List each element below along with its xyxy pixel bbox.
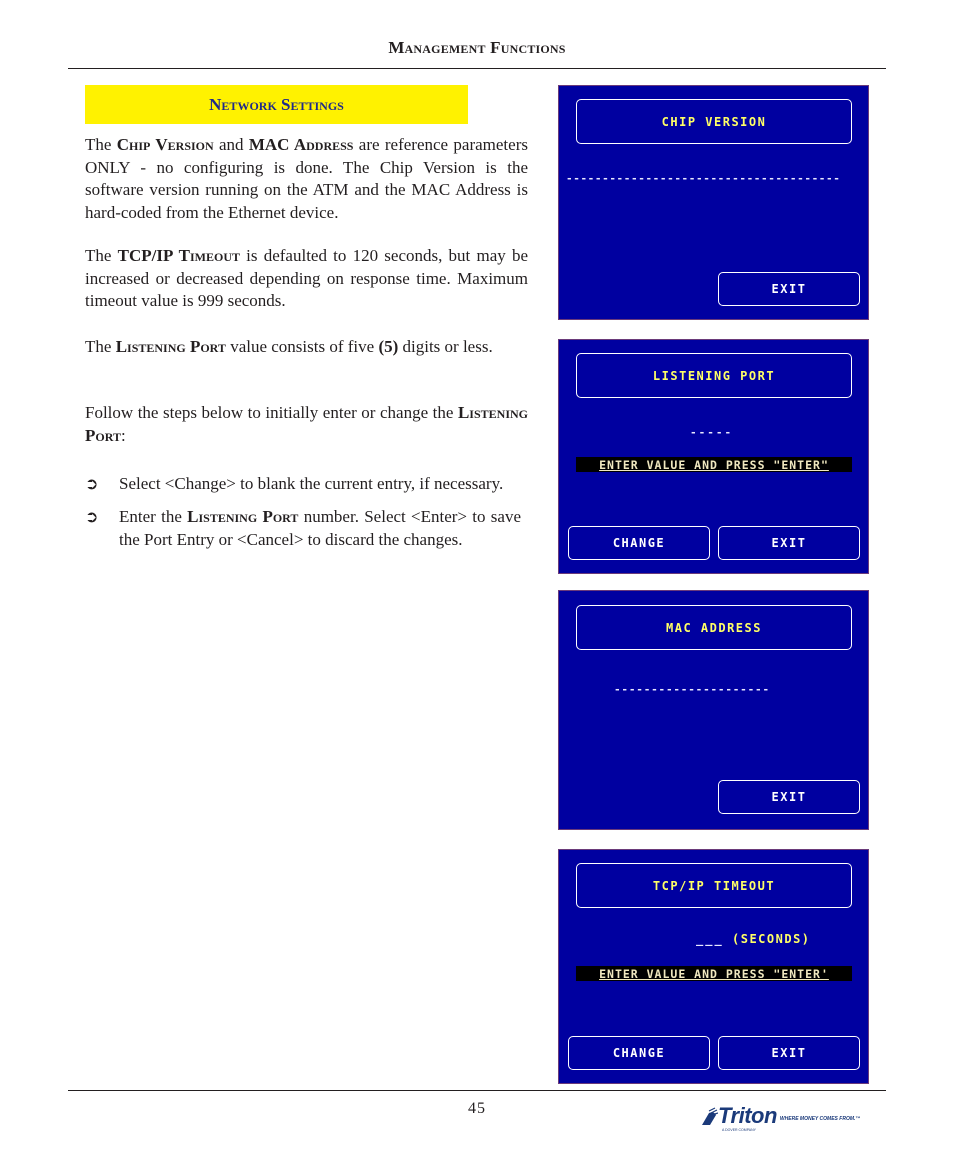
- enter-value-prompt: ENTER VALUE AND PRESS "ENTER': [576, 966, 852, 981]
- screen-title-box: LISTENING PORT: [576, 353, 852, 398]
- exit-button[interactable]: EXIT: [718, 1036, 860, 1070]
- running-header: Management Functions: [388, 38, 566, 57]
- exit-button-label: EXIT: [771, 536, 807, 550]
- steps-list: ➲ Select <Change> to blank the current e…: [85, 472, 521, 561]
- step-item: ➲ Enter the Listening Port number. Selec…: [85, 505, 521, 551]
- exit-button[interactable]: EXIT: [718, 780, 860, 814]
- section-title: Network Settings: [209, 94, 344, 114]
- text: and: [213, 135, 249, 154]
- paragraph-reference-params: The Chip Version and MAC Address are ref…: [85, 134, 528, 224]
- change-button-label: CHANGE: [612, 536, 666, 550]
- screen-title-box: TCP/IP TIMEOUT: [576, 863, 852, 908]
- logo-tagline: WHERE MONEY COMES FROM.™: [779, 1116, 861, 1122]
- term-listening-port: Listening Port: [187, 507, 299, 526]
- arrow-bullet-icon: ➲: [85, 507, 99, 526]
- screen-title: CHIP VERSION: [661, 114, 767, 129]
- change-button[interactable]: CHANGE: [568, 526, 710, 560]
- atm-screen-listening-port: LISTENING PORT ----- ENTER VALUE AND PRE…: [558, 339, 869, 574]
- text: digits or less.: [398, 337, 493, 356]
- text: :: [120, 425, 126, 445]
- listening-port-input[interactable]: -----: [690, 426, 733, 439]
- term-listening-port: Listening Port: [115, 337, 226, 356]
- arrow-bullet-icon: ➲: [85, 474, 99, 493]
- screen-title: MAC ADDRESS: [666, 620, 762, 635]
- triton-shell-icon: [700, 1107, 719, 1127]
- text: The: [85, 135, 117, 154]
- step-text: Select <Change> to blank the current ent…: [119, 474, 504, 493]
- term-tcpip: TCP/IP: [117, 246, 179, 265]
- paragraph-listening-port: The Listening Port value consists of fiv…: [85, 336, 528, 359]
- step-item: ➲ Select <Change> to blank the current e…: [85, 472, 521, 495]
- exit-button-label: EXIT: [771, 1046, 807, 1060]
- section-banner: Network Settings: [85, 85, 468, 124]
- exit-button[interactable]: EXIT: [718, 272, 860, 306]
- logo-brand: Triton: [718, 1103, 777, 1128]
- atm-screen-tcpip-timeout: TCP/IP TIMEOUT ___ (SECONDS) ENTER VALUE…: [558, 849, 869, 1084]
- screen-title-box: CHIP VERSION: [576, 99, 852, 144]
- screen-title-box: MAC ADDRESS: [576, 605, 852, 650]
- change-button-label: CHANGE: [612, 1046, 666, 1060]
- screen-title: TCP/IP TIMEOUT: [652, 878, 776, 893]
- seconds-label: (SECONDS): [732, 932, 811, 946]
- digit-count: (5): [378, 337, 399, 356]
- step-text: Enter the: [119, 507, 188, 526]
- atm-screen-chip-version: CHIP VERSION ---------------------------…: [558, 85, 869, 320]
- atm-screen-mac-address: MAC ADDRESS --------------------- EXIT: [558, 590, 869, 830]
- exit-button-label: EXIT: [771, 282, 807, 296]
- term-chip-version: Chip Version: [116, 135, 214, 154]
- text: value consists of five: [225, 337, 379, 356]
- chip-version-value: --------------------------------------: [566, 172, 841, 185]
- term-address: Address: [289, 135, 354, 154]
- logo-subtext: A DOVER COMPANY: [722, 1128, 756, 1132]
- change-button[interactable]: CHANGE: [568, 1036, 710, 1070]
- exit-button-label: EXIT: [771, 790, 807, 804]
- mac-address-value: ---------------------: [614, 683, 770, 696]
- header-rule: [68, 68, 886, 69]
- paragraph-steps-intro: Follow the steps below to initially ente…: [85, 402, 528, 447]
- timeout-input[interactable]: ___: [696, 932, 724, 946]
- text: The: [85, 337, 116, 356]
- exit-button[interactable]: EXIT: [718, 526, 860, 560]
- footer-rule: [68, 1090, 886, 1091]
- paragraph-tcpip-timeout: The TCP/IP Timeout is defaulted to 120 s…: [85, 245, 528, 313]
- term-mac: MAC: [248, 135, 290, 154]
- term-timeout: Timeout: [178, 246, 240, 265]
- text: The: [85, 246, 118, 265]
- text: Follow the steps below to initially ente…: [85, 403, 458, 422]
- prompt-text: ENTER VALUE AND PRESS "ENTER': [599, 966, 829, 981]
- triton-logo: Triton WHERE MONEY COMES FROM.™ A DOVER …: [700, 1103, 861, 1132]
- screen-title: LISTENING PORT: [652, 368, 776, 383]
- prompt-text: ENTER VALUE AND PRESS "ENTER": [599, 457, 829, 472]
- enter-value-prompt: ENTER VALUE AND PRESS "ENTER": [576, 457, 852, 472]
